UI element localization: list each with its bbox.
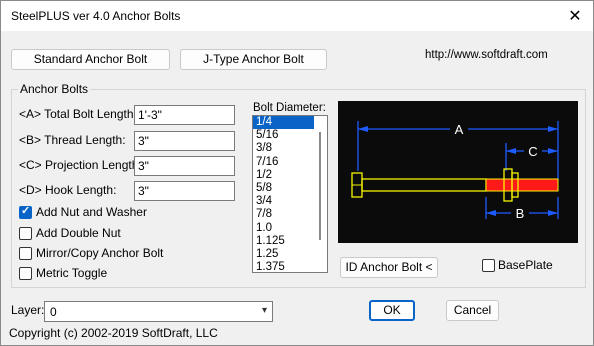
baseplate-label: BasePlate (498, 258, 553, 272)
total-bolt-length-input[interactable]: 1'-3" (134, 105, 235, 125)
bolt-diameter-option[interactable]: 1/2 (253, 169, 314, 182)
mirror-copy-checkbox[interactable] (19, 247, 32, 260)
chevron-down-icon[interactable]: ▾ (262, 305, 267, 316)
metric-toggle-label: Metric Toggle (36, 266, 108, 280)
anchor-bolt-drawing: A C B (351, 121, 559, 221)
projection-length-input[interactable]: 3" (134, 156, 235, 176)
list-scrollbar-thumb[interactable] (319, 132, 321, 240)
bolt-diameter-option[interactable]: 5/16 (253, 129, 314, 142)
list-scrollbar[interactable] (313, 116, 327, 272)
website-link: http://www.softdraft.com (425, 49, 548, 61)
hook-length-label: <D> Hook Length: (19, 183, 117, 197)
bolt-diameter-option[interactable]: 5/8 (253, 182, 314, 195)
close-icon[interactable]: ✕ (563, 4, 587, 28)
bolt-diameter-option[interactable]: 1/4 (253, 116, 314, 130)
dimension-a-label: A (455, 122, 464, 137)
cancel-button[interactable]: Cancel (446, 300, 499, 321)
standard-anchor-bolt-button[interactable]: Standard Anchor Bolt (11, 49, 170, 70)
dimension-c-arrow-right (548, 148, 558, 154)
bolt-diameter-option[interactable]: 1.25 (253, 248, 314, 261)
copyright-text: Copyright (c) 2002-2019 SoftDraft, LLC (9, 326, 218, 340)
dimension-b-arrow-left (486, 210, 496, 216)
mirror-copy-label: Mirror/Copy Anchor Bolt (36, 246, 164, 260)
dimension-a-arrow-left (358, 126, 368, 132)
title-bar: SteelPLUS ver 4.0 Anchor Bolts ✕ (1, 1, 593, 31)
ok-button[interactable]: OK (369, 300, 415, 321)
dimension-c-arrow-left (506, 148, 516, 154)
dimension-b-arrow-right (548, 210, 558, 216)
bolt-diameter-option[interactable]: 1.125 (253, 235, 314, 248)
anchor-bolts-dialog: SteelPLUS ver 4.0 Anchor Bolts ✕ Standar… (0, 0, 594, 346)
bolt-diameter-option[interactable]: 7/8 (253, 208, 314, 221)
bolt-shank (361, 178, 487, 192)
id-anchor-bolt-button[interactable]: ID Anchor Bolt < (340, 257, 438, 278)
add-nut-washer-label: Add Nut and Washer (36, 205, 147, 219)
anchor-bolt-diagram: A C B (338, 101, 578, 243)
jtype-anchor-bolt-button[interactable]: J-Type Anchor Bolt (180, 49, 327, 70)
bolt-diameter-list[interactable]: 1/4 5/16 3/8 7/16 1/2 5/8 3/4 7/8 1.0 1.… (252, 115, 328, 273)
layer-value: 0 (50, 305, 57, 319)
metric-toggle-checkbox[interactable] (19, 267, 32, 280)
bolt-diameter-option[interactable]: 3/8 (253, 142, 314, 155)
add-double-nut-checkbox[interactable] (19, 227, 32, 240)
add-double-nut-label: Add Double Nut (36, 226, 121, 240)
hook-length-input[interactable]: 3" (134, 181, 235, 201)
bolt-diameter-label: Bolt Diameter: (253, 102, 326, 114)
bolt-diameter-option[interactable]: 7/16 (253, 156, 314, 169)
layer-label: Layer: (11, 303, 45, 317)
dimension-c-label: C (528, 144, 537, 159)
layer-select[interactable]: 0 ▾ (44, 301, 273, 322)
thread-length-label: <B> Thread Length: (19, 133, 126, 147)
add-nut-washer-checkbox[interactable] (19, 204, 32, 219)
bolt-thread (485, 178, 559, 192)
projection-length-label: <C> Projection Length: (19, 158, 142, 172)
bolt-diameter-option[interactable]: 1.375 (253, 261, 314, 272)
anchor-bolts-group-label: Anchor Bolts (18, 82, 91, 96)
dimension-a-arrow-right (548, 126, 558, 132)
thread-length-input[interactable]: 3" (134, 131, 235, 151)
baseplate-checkbox[interactable] (482, 259, 495, 272)
total-bolt-length-label: <A> Total Bolt Length: (19, 107, 137, 121)
window-title: SteelPLUS ver 4.0 Anchor Bolts (11, 9, 181, 23)
dimension-b-label: B (516, 206, 525, 221)
bolt-diameter-option[interactable]: 3/4 (253, 195, 314, 208)
bolt-diameter-option[interactable]: 1.0 (253, 222, 314, 235)
